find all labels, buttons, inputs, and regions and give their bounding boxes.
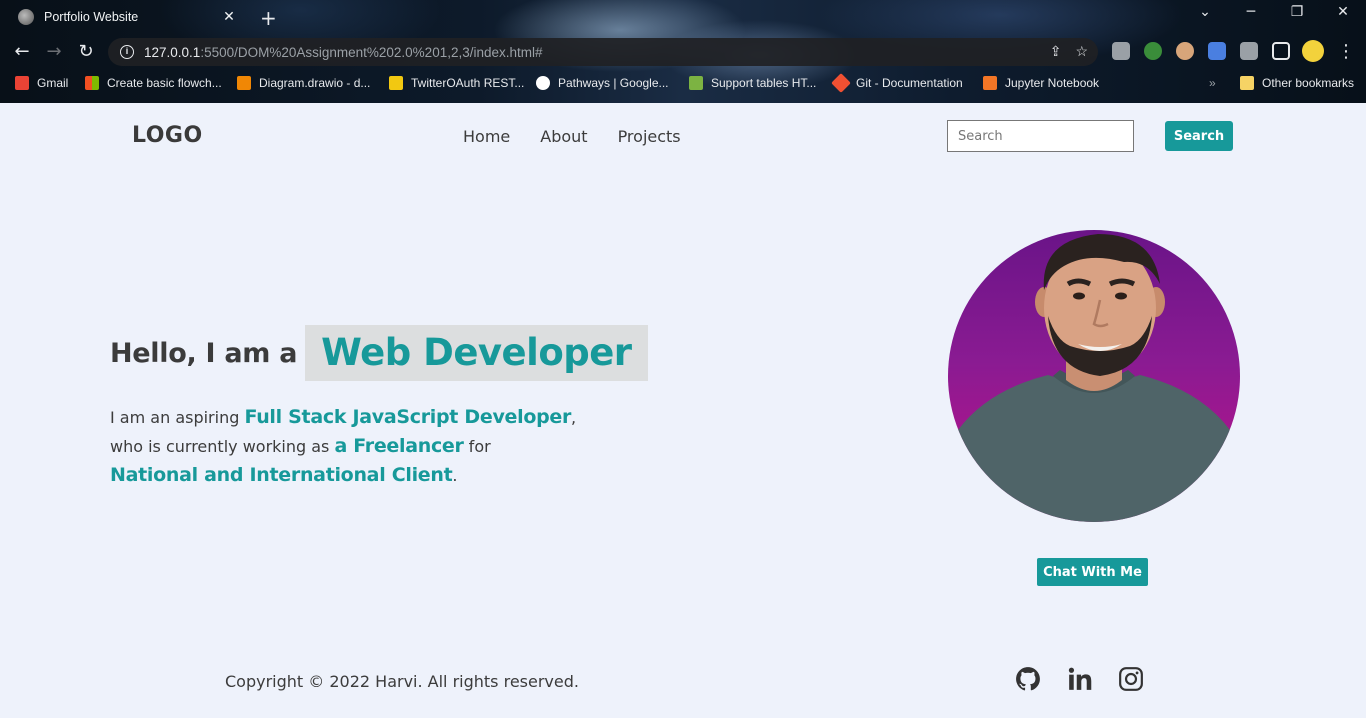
- page: LOGO Home About Projects Search Hello, I…: [0, 103, 1366, 718]
- copyright-text: Copyright © 2022 Harvi. All rights reser…: [225, 672, 579, 691]
- bookmark-git[interactable]: Git - Documentation: [831, 73, 963, 93]
- browser-tab[interactable]: Portfolio Website ✕: [8, 0, 248, 34]
- greeting: Hello, I am a: [110, 337, 298, 369]
- bookmarks-bar: Gmail Create basic flowch... Diagram.dra…: [0, 72, 1366, 96]
- other-bookmarks[interactable]: Other bookmarks: [1240, 76, 1354, 90]
- close-tab-icon[interactable]: ✕: [220, 9, 238, 25]
- hero-heading: Hello, I am a Web Developer: [110, 325, 648, 381]
- nav-projects[interactable]: Projects: [618, 127, 681, 146]
- google-icon: [536, 76, 550, 90]
- puzzle-icon[interactable]: [1240, 42, 1258, 60]
- bio-text: who is currently working as: [110, 437, 335, 456]
- info-icon[interactable]: i: [120, 45, 134, 59]
- url-path: :5500/DOM%20Assignment%202.0%201,2,3/ind…: [200, 44, 543, 60]
- globe-icon: [18, 9, 34, 25]
- bookmark-jupyter[interactable]: Jupyter Notebook: [983, 76, 1099, 90]
- person-illustration: [948, 234, 1240, 522]
- bio-highlight-freelancer: a Freelancer: [334, 435, 464, 457]
- profile-avatar[interactable]: [1302, 40, 1324, 62]
- bio-highlight-clients: National and International Client: [110, 464, 453, 486]
- close-window-icon[interactable]: ✕: [1320, 4, 1366, 20]
- bookmark-support-tables[interactable]: Support tables HT...: [689, 76, 816, 90]
- bio-text: ,: [571, 408, 577, 427]
- minimize-icon[interactable]: ─: [1228, 4, 1274, 20]
- more-bookmarks-icon[interactable]: »: [1209, 76, 1216, 90]
- camera-extension-icon[interactable]: [1112, 42, 1130, 60]
- profile-photo: [948, 230, 1240, 522]
- folder-icon: [1240, 76, 1254, 90]
- url-host: 127.0.0.1: [144, 44, 201, 60]
- bookmark-star-icon[interactable]: ☆: [1075, 43, 1088, 60]
- microsoft-icon: [85, 76, 99, 90]
- share-icon[interactable]: ⇪: [1050, 43, 1062, 60]
- search-input[interactable]: [947, 120, 1134, 152]
- bookmark-flowchart[interactable]: Create basic flowch...: [85, 76, 222, 90]
- bio-text: I am an aspiring: [110, 408, 245, 427]
- nav-home[interactable]: Home: [463, 127, 510, 146]
- face-extension-icon[interactable]: [1176, 42, 1194, 60]
- search-button[interactable]: Search: [1165, 121, 1233, 151]
- address-bar[interactable]: i 127.0.0.1 :5500/DOM%20Assignment%202.0…: [108, 38, 1098, 66]
- github-icon[interactable]: [1015, 666, 1041, 692]
- bookmark-pathways[interactable]: Pathways | Google...: [536, 76, 669, 90]
- forward-icon[interactable]: →: [42, 40, 66, 64]
- bio-highlight-stack: Full Stack JavaScript Developer: [244, 406, 572, 428]
- new-tab-icon[interactable]: +: [260, 6, 277, 30]
- instagram-icon[interactable]: [1118, 666, 1144, 692]
- role-title: Web Developer: [305, 325, 648, 381]
- browser-chrome: Portfolio Website ✕ + ⌄ ─ ❐ ✕ ← → ↻ i 12…: [0, 0, 1366, 103]
- drawio-icon: [237, 76, 251, 90]
- shield-extension-icon[interactable]: [1208, 42, 1226, 60]
- reload-icon[interactable]: ↻: [74, 40, 98, 64]
- bookmark-twitteroauth[interactable]: TwitterOAuth REST...: [389, 76, 524, 90]
- bio-text: for: [463, 437, 491, 456]
- table-icon: [689, 76, 703, 90]
- nav-about[interactable]: About: [540, 127, 587, 146]
- sidepanel-icon[interactable]: [1272, 42, 1290, 60]
- jupyter-icon: [983, 76, 997, 90]
- logo[interactable]: LOGO: [132, 123, 203, 148]
- linkedin-icon[interactable]: [1067, 666, 1093, 692]
- chat-button[interactable]: Chat With Me: [1037, 558, 1148, 586]
- gmail-icon: [15, 76, 29, 90]
- menu-icon[interactable]: ⋮: [1334, 40, 1358, 64]
- qr-icon: [389, 76, 403, 90]
- bookmark-drawio[interactable]: Diagram.drawio - d...: [237, 76, 370, 90]
- bio-paragraph: I am an aspiring Full Stack JavaScript D…: [110, 403, 630, 490]
- bookmark-gmail[interactable]: Gmail: [15, 76, 68, 90]
- tree-extension-icon[interactable]: [1144, 42, 1162, 60]
- git-icon: [831, 73, 851, 93]
- browser-toolbar: ← → ↻ i 127.0.0.1 :5500/DOM%20Assignment…: [0, 36, 1366, 68]
- tab-search-icon[interactable]: ⌄: [1182, 4, 1228, 20]
- bio-text: .: [452, 466, 458, 485]
- main-nav: Home About Projects: [463, 127, 681, 146]
- back-icon[interactable]: ←: [10, 40, 34, 64]
- tab-title: Portfolio Website: [44, 10, 139, 24]
- restore-icon[interactable]: ❐: [1274, 4, 1320, 20]
